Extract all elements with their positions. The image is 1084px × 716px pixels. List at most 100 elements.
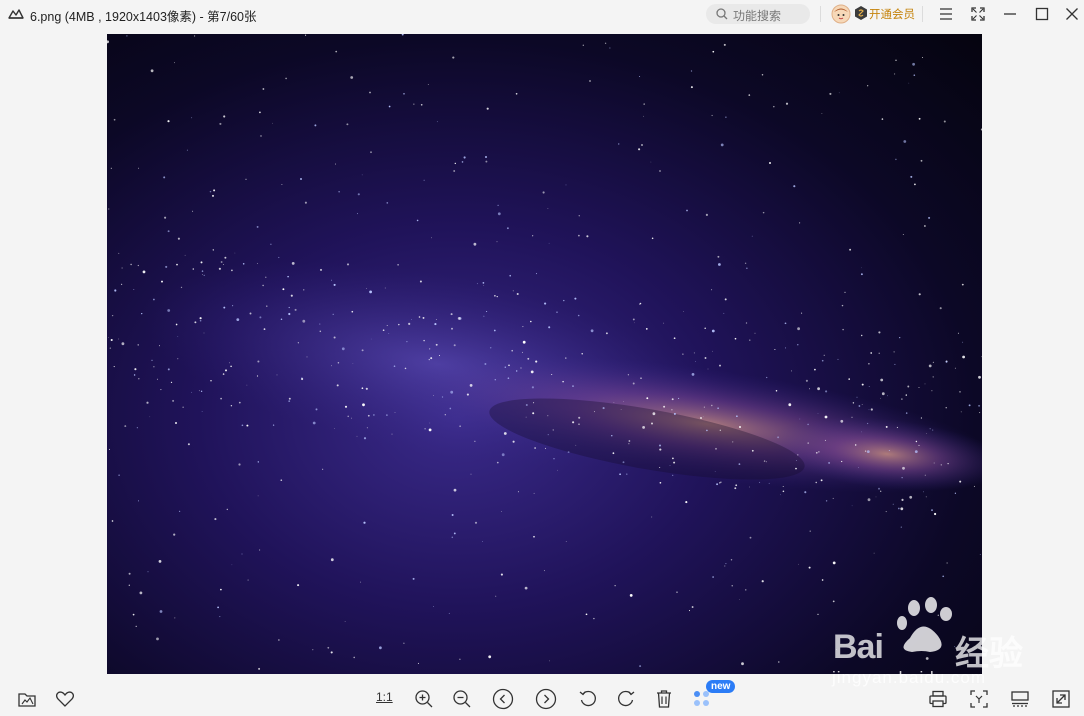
star <box>533 535 535 538</box>
image-canvas[interactable] <box>107 34 982 674</box>
vip-diamond-icon[interactable] <box>855 6 867 20</box>
star <box>347 415 349 418</box>
star <box>821 579 824 581</box>
star <box>907 385 910 388</box>
star <box>959 391 961 393</box>
star <box>159 610 163 613</box>
maximize-icon[interactable] <box>1034 6 1050 22</box>
star <box>861 383 864 386</box>
next-image-button[interactable] <box>535 688 557 710</box>
previous-image-button[interactable] <box>492 688 514 710</box>
star <box>712 350 713 352</box>
star <box>159 345 161 347</box>
star <box>151 359 153 361</box>
star <box>278 256 280 259</box>
star <box>881 118 884 120</box>
zoom-in-icon <box>415 690 433 708</box>
star <box>933 462 935 464</box>
star <box>333 336 336 339</box>
star <box>782 486 784 487</box>
favorite-button[interactable] <box>54 688 76 710</box>
star <box>551 373 553 376</box>
star <box>175 323 178 326</box>
star <box>888 450 890 451</box>
star <box>614 585 616 587</box>
thumbnail-strip-button[interactable] <box>1009 688 1031 710</box>
user-avatar-icon[interactable] <box>831 4 851 24</box>
star <box>370 151 372 154</box>
star <box>632 318 635 321</box>
star <box>520 367 522 369</box>
star <box>841 304 844 307</box>
star <box>905 394 907 396</box>
expand-view-button[interactable] <box>1050 688 1072 710</box>
star <box>940 464 942 466</box>
star <box>118 338 120 340</box>
star <box>436 121 438 123</box>
star <box>774 348 776 351</box>
actual-size-button[interactable]: 1:1 <box>376 690 393 704</box>
star <box>881 392 885 396</box>
star <box>280 479 283 482</box>
star <box>582 44 584 46</box>
star <box>369 91 371 94</box>
zoom-in-button[interactable] <box>413 688 435 710</box>
star <box>642 426 645 429</box>
star <box>448 612 450 614</box>
close-icon[interactable] <box>1064 6 1080 22</box>
star <box>748 94 751 96</box>
star <box>885 425 888 428</box>
star <box>217 606 219 609</box>
star <box>731 585 733 587</box>
new-badge: new <box>706 680 736 693</box>
zoom-out-button[interactable] <box>451 688 473 710</box>
star <box>799 418 801 420</box>
star <box>202 274 203 275</box>
star <box>854 444 857 446</box>
star <box>683 310 684 312</box>
star <box>532 235 534 237</box>
star <box>867 498 871 502</box>
star <box>501 453 505 457</box>
star <box>288 312 291 316</box>
star <box>174 62 175 64</box>
star <box>791 370 792 372</box>
minimize-icon[interactable] <box>1002 6 1018 22</box>
star <box>290 294 293 297</box>
star <box>738 425 742 429</box>
star <box>494 294 496 297</box>
star <box>720 143 724 147</box>
star <box>932 376 934 378</box>
fullscreen-icon[interactable] <box>970 6 986 22</box>
folder-image-icon <box>18 693 36 707</box>
star <box>775 389 778 392</box>
star <box>259 549 261 551</box>
screenshot-button[interactable] <box>968 688 990 710</box>
star <box>199 319 202 322</box>
star <box>543 570 545 572</box>
feature-search-input[interactable]: 功能搜索 <box>706 4 810 24</box>
star <box>245 178 247 180</box>
open-folder-button[interactable] <box>16 688 38 710</box>
rotate-right-button[interactable] <box>615 688 637 710</box>
star <box>386 325 388 326</box>
star <box>306 356 308 358</box>
delete-button[interactable] <box>653 688 675 710</box>
star <box>209 190 212 193</box>
print-button[interactable] <box>927 688 949 710</box>
star <box>778 661 780 663</box>
star <box>156 637 159 641</box>
star <box>939 307 942 310</box>
star <box>682 353 684 355</box>
menu-icon[interactable] <box>938 6 954 22</box>
rotate-left-button[interactable] <box>577 688 599 710</box>
star <box>866 422 869 425</box>
star <box>534 447 536 449</box>
star <box>640 377 642 379</box>
open-membership-link[interactable]: 开通会员 <box>869 6 915 22</box>
star <box>978 404 981 407</box>
star <box>744 262 747 264</box>
star <box>504 366 507 368</box>
star <box>403 642 405 644</box>
star <box>137 344 139 346</box>
